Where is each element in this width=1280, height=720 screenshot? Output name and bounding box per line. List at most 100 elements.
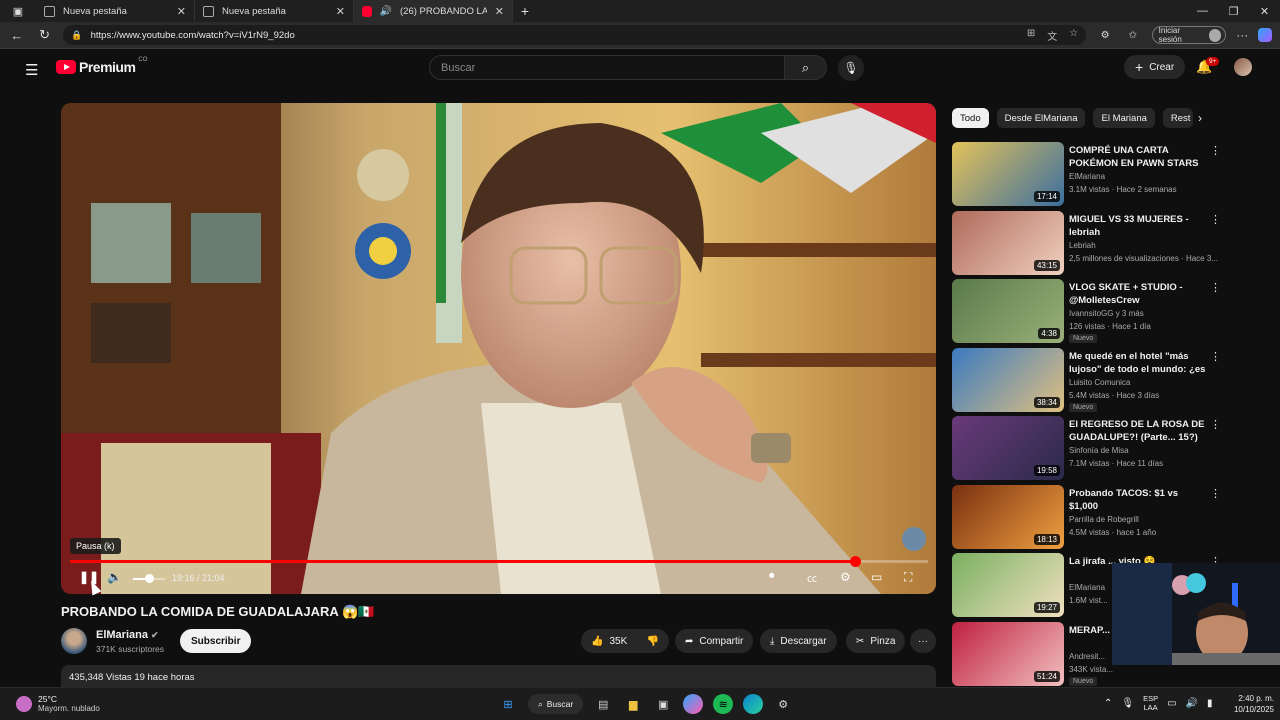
recommendation-title[interactable]: El REGRESO DE LA ROSA DE GUADALUPE?! (Pa…: [1069, 418, 1207, 444]
translate-icon[interactable]: 文: [1047, 28, 1057, 43]
battery-icon[interactable]: ▮: [1207, 698, 1213, 709]
maximize-icon[interactable]: ❐: [1218, 5, 1249, 18]
recommendation-item[interactable]: 17:14 COMPRÉ UNA CARTA POKÉMON EN PAWN ST…: [952, 142, 1222, 206]
copilot-icon[interactable]: [1258, 28, 1273, 42]
close-window-icon[interactable]: ✕: [1249, 5, 1280, 18]
windows-start-icon[interactable]: ⊞: [498, 694, 518, 714]
video-player[interactable]: [61, 103, 936, 594]
account-avatar[interactable]: [1234, 58, 1252, 76]
more-vertical-icon[interactable]: ⋮: [1210, 213, 1221, 226]
video-thumbnail[interactable]: 17:14: [952, 142, 1064, 206]
like-icon[interactable]: 👍: [591, 636, 603, 647]
recommendation-item[interactable]: 4:38 VLOG SKATE + STUDIO - @MolletesCrew I…: [952, 279, 1222, 343]
hamburger-menu-icon[interactable]: ☰: [25, 61, 38, 79]
signin-button[interactable]: Iniciar sesión: [1151, 26, 1227, 44]
recommendation-title[interactable]: COMPRÉ UNA CARTA POKÉMON EN PAWN STARS 😱: [1069, 144, 1207, 170]
favorites-icon[interactable]: ✩: [1124, 30, 1142, 41]
weather-widget[interactable]: 25°C Mayorm. nublado: [16, 694, 100, 713]
close-icon[interactable]: ✕: [177, 5, 186, 18]
taskbar-clock[interactable]: 2:40 p. m. 10/10/2025: [1226, 693, 1274, 715]
progress-scrubber[interactable]: [850, 556, 862, 567]
recommendation-channel[interactable]: Sinfonía de Misa: [1069, 446, 1129, 455]
tab-actions-icon[interactable]: ▣: [0, 0, 36, 22]
taskbar-search[interactable]: ⌕ Buscar: [528, 694, 584, 714]
more-icon[interactable]: ···: [1236, 28, 1248, 42]
channel-avatar[interactable]: [61, 628, 87, 654]
share-button[interactable]: ➦ Compartir: [675, 629, 754, 653]
volume-knob[interactable]: [145, 574, 154, 583]
recommendation-item[interactable]: 18:13 Probando TACOS: $1 vs $1,000 Parrill…: [952, 484, 1222, 549]
file-explorer-icon[interactable]: ▆: [623, 694, 643, 714]
search-input[interactable]: [429, 55, 785, 80]
recommendation-title[interactable]: MIGUEL VS 33 MUJERES - lebriah: [1069, 213, 1207, 239]
more-vertical-icon[interactable]: ⋮: [1210, 350, 1221, 363]
more-vertical-icon[interactable]: ⋮: [1210, 487, 1221, 500]
task-view-icon[interactable]: ▤: [593, 694, 613, 714]
close-icon[interactable]: ✕: [336, 5, 345, 18]
edge-icon[interactable]: [743, 694, 764, 714]
voice-search-button[interactable]: 🎙: [838, 55, 864, 81]
chip-rest[interactable]: Rest: [1162, 108, 1193, 128]
youtube-logo[interactable]: Premium CO: [56, 57, 147, 75]
settings-app-icon[interactable]: ⚙: [773, 694, 793, 714]
theater-mode-icon[interactable]: ▭: [871, 570, 882, 584]
channel-name[interactable]: ElMariana ✔: [96, 629, 159, 641]
autoplay-toggle-icon[interactable]: ⏺: [769, 570, 775, 583]
new-tab-button[interactable]: +: [513, 3, 537, 19]
chip-todo[interactable]: Todo: [952, 108, 989, 128]
recommendation-channel[interactable]: Andresit...: [1069, 652, 1105, 661]
download-button[interactable]: ⤓ Descargar: [760, 629, 837, 653]
video-thumbnail[interactable]: 38:34: [952, 347, 1064, 412]
microphone-icon[interactable]: 🎙: [1121, 698, 1134, 709]
url-field[interactable]: 🔒 https://www.youtube.com/watch?v=iV1rN9…: [63, 25, 1087, 45]
recommendation-item[interactable]: 43:15 MIGUEL VS 33 MUJERES - lebriah Lebri…: [952, 210, 1222, 275]
video-thumbnail[interactable]: 43:15: [952, 210, 1064, 275]
recommendation-channel[interactable]: Parrilla de Robegrill: [1069, 515, 1139, 524]
recommendation-title[interactable]: Me quedé en el hotel "más lujoso" de tod…: [1069, 350, 1207, 376]
search-button[interactable]: ⌕: [785, 55, 827, 80]
recommendation-channel[interactable]: Luisito Comunica: [1069, 378, 1130, 387]
apps-icon[interactable]: ⊞: [1027, 28, 1035, 43]
tab-new-1[interactable]: Nueva pestaña ✕: [36, 0, 195, 22]
recommendation-channel[interactable]: Lebriah: [1069, 241, 1096, 250]
favorite-star-icon[interactable]: ☆: [1069, 28, 1078, 43]
more-actions-button[interactable]: ···: [910, 629, 936, 653]
recommendation-item[interactable]: 38:34 Me quedé en el hotel "más lujoso" d…: [952, 347, 1222, 412]
volume-icon[interactable]: 🔈: [107, 570, 122, 584]
subtitles-icon[interactable]: ㏄: [807, 570, 817, 585]
clip-button[interactable]: ✂ Pinza: [846, 629, 906, 653]
extensions-icon[interactable]: ⚙: [1096, 30, 1114, 41]
close-icon[interactable]: ✕: [495, 5, 504, 18]
recommendation-item[interactable]: 19:58 El REGRESO DE LA ROSA DE GUADALUPE?…: [952, 416, 1222, 480]
like-count[interactable]: 35K: [609, 636, 627, 647]
more-vertical-icon[interactable]: ⋮: [1210, 144, 1221, 157]
chip-desde-elmariana[interactable]: Desde ElMariana: [996, 108, 1086, 128]
recommendation-channel[interactable]: IvannsitoGG y 3 más: [1069, 309, 1144, 318]
video-thumbnail[interactable]: 19:27: [952, 553, 1064, 617]
chevron-up-icon[interactable]: ⌃: [1104, 698, 1112, 709]
copilot-taskbar-icon[interactable]: [683, 694, 704, 714]
recommendation-title[interactable]: Probando TACOS: $1 vs $1,000: [1069, 487, 1207, 513]
recommendation-channel[interactable]: ElMariana: [1069, 172, 1105, 181]
more-vertical-icon[interactable]: ⋮: [1210, 281, 1221, 294]
video-thumbnail[interactable]: 18:13: [952, 484, 1064, 549]
network-icon[interactable]: ▭: [1167, 698, 1176, 709]
minimize-icon[interactable]: —: [1187, 5, 1218, 18]
refresh-icon[interactable]: ↻: [36, 27, 54, 43]
video-thumbnail[interactable]: 4:38: [952, 279, 1064, 343]
recommendation-title[interactable]: VLOG SKATE + STUDIO - @MolletesCrew: [1069, 281, 1207, 307]
tab-new-2[interactable]: Nueva pestaña ✕: [195, 0, 354, 22]
spotify-icon[interactable]: ≋: [713, 694, 734, 714]
chip-el-mariana[interactable]: El Mariana: [1093, 108, 1155, 128]
back-icon[interactable]: ←: [8, 28, 26, 43]
create-button[interactable]: + Crear: [1124, 55, 1186, 79]
speaker-icon[interactable]: 🔊: [380, 6, 392, 17]
store-icon[interactable]: ▣: [653, 694, 673, 714]
video-thumbnail[interactable]: 19:58: [952, 416, 1064, 480]
video-thumbnail[interactable]: 51:24: [952, 621, 1064, 686]
fullscreen-icon[interactable]: ⛶: [904, 570, 912, 585]
volume-tray-icon[interactable]: 🔊: [1186, 698, 1198, 709]
dislike-icon[interactable]: 👎: [647, 636, 659, 647]
tab-youtube[interactable]: 🔊 (26) PROBANDO LA COMIDA ✕: [354, 0, 513, 22]
subscribe-button[interactable]: Subscribir: [180, 629, 252, 653]
